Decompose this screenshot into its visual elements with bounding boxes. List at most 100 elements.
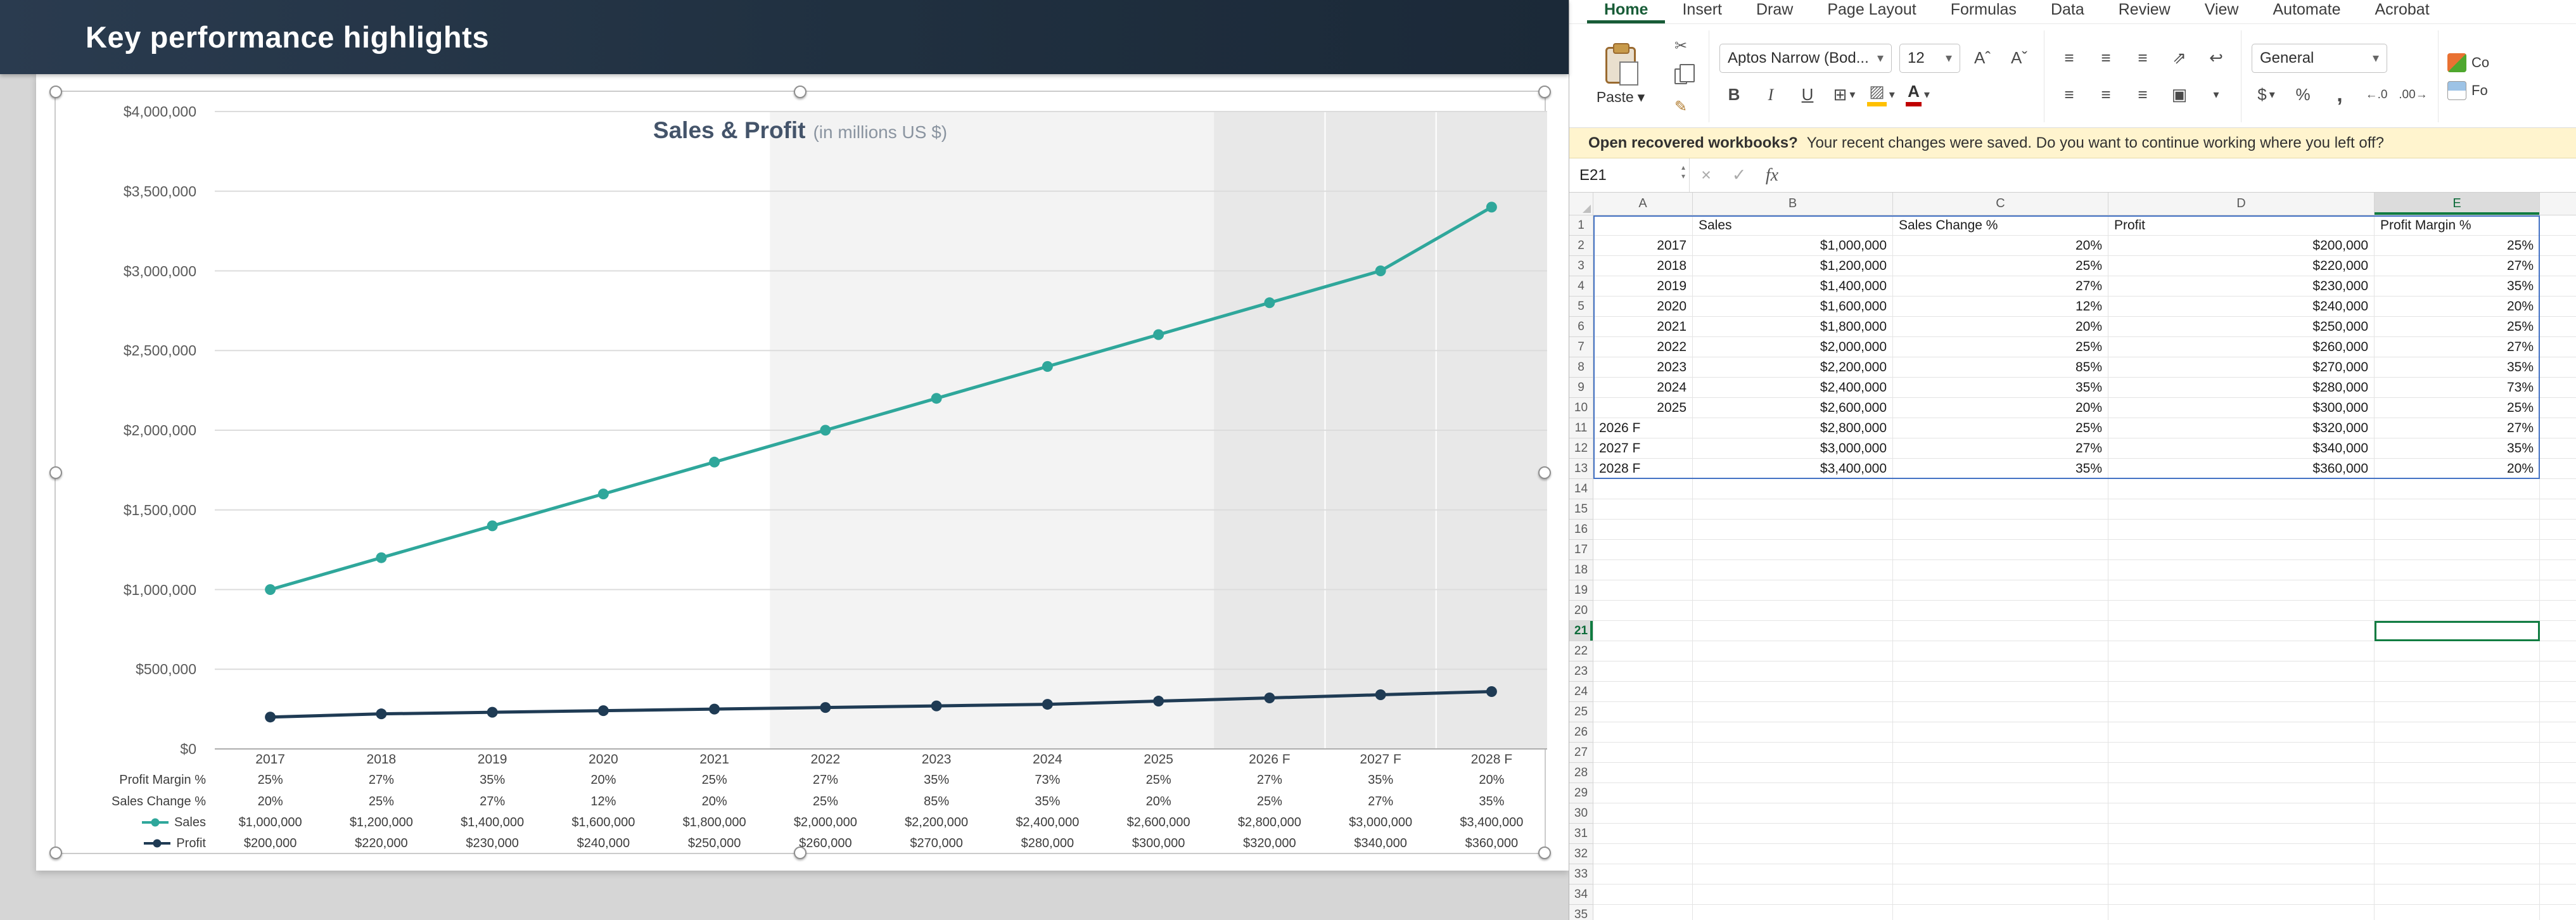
cell-B30[interactable] [1693,803,1893,824]
cell-C32[interactable] [1893,844,2108,864]
series-marker-profit[interactable] [265,712,276,723]
align-center-button[interactable] [2091,80,2120,110]
cell-A18[interactable] [1593,560,1693,580]
merge-caret-icon[interactable] [2202,80,2231,110]
tab-home[interactable]: Home [1587,0,1665,23]
cell-F25[interactable] [2540,702,2576,722]
row-header-33[interactable]: 33 [1569,864,1593,885]
cell-D24[interactable] [2108,682,2375,702]
row-header-25[interactable]: 25 [1569,702,1593,722]
cell-E25[interactable] [2375,702,2540,722]
align-middle-button[interactable] [2091,44,2120,73]
cell-D6[interactable]: $250,000 [2108,317,2375,337]
row-header-30[interactable]: 30 [1569,803,1593,824]
cell-B12[interactable]: $3,000,000 [1693,438,1893,459]
cell-B22[interactable] [1693,641,1893,661]
cell-C2[interactable]: 20% [1893,236,2108,256]
row-header-32[interactable]: 32 [1569,844,1593,864]
cell-F22[interactable] [2540,641,2576,661]
cell-E26[interactable] [2375,722,2540,743]
tab-data[interactable]: Data [2034,0,2101,23]
row-header-5[interactable]: 5 [1569,297,1593,317]
cell-D14[interactable] [2108,479,2375,499]
cell-A1[interactable] [1593,215,1693,236]
paste-button[interactable]: Paste [1586,32,1655,122]
column-header-B[interactable]: B [1693,193,1893,215]
borders-button[interactable] [1830,80,1859,110]
cell-D8[interactable]: $270,000 [2108,357,2375,378]
orientation-button[interactable] [2165,44,2194,73]
cell-E15[interactable] [2375,499,2540,520]
italic-button[interactable]: I [1756,80,1785,110]
row-header-9[interactable]: 9 [1569,378,1593,398]
cell-B11[interactable]: $2,800,000 [1693,418,1893,438]
cell-B13[interactable]: $3,400,000 [1693,459,1893,479]
cell-C34[interactable] [1893,885,2108,905]
row-header-15[interactable]: 15 [1569,499,1593,520]
row-header-12[interactable]: 12 [1569,438,1593,459]
cell-D33[interactable] [2108,864,2375,885]
series-marker-sales[interactable] [376,552,387,563]
accounting-format-button[interactable]: $ [2252,80,2281,110]
cell-C14[interactable] [1893,479,2108,499]
cell-C13[interactable]: 35% [1893,459,2108,479]
cell-C6[interactable]: 20% [1893,317,2108,337]
cell-E29[interactable] [2375,783,2540,803]
cell-E1[interactable]: Profit Margin % [2375,215,2540,236]
cell-F1[interactable] [2540,215,2576,236]
cell-A16[interactable] [1593,520,1693,540]
formula-input[interactable] [1789,158,2576,192]
cell-D20[interactable] [2108,601,2375,621]
cell-D22[interactable] [2108,641,2375,661]
row-header-28[interactable]: 28 [1569,763,1593,783]
series-marker-sales[interactable] [1486,201,1497,213]
series-marker-sales[interactable] [1042,361,1053,372]
cell-E5[interactable]: 20% [2375,297,2540,317]
cell-A23[interactable] [1593,661,1693,682]
cell-C26[interactable] [1893,722,2108,743]
cell-E13[interactable]: 20% [2375,459,2540,479]
cell-C29[interactable] [1893,783,2108,803]
decrease-font-size-button[interactable] [2005,44,2034,73]
series-marker-profit[interactable] [597,705,609,717]
cell-C3[interactable]: 25% [1893,256,2108,276]
select-all-corner[interactable] [1569,193,1593,215]
series-marker-profit[interactable] [820,702,831,713]
cell-A4[interactable]: 2019 [1593,276,1693,297]
cell-E8[interactable]: 35% [2375,357,2540,378]
cell-B27[interactable] [1693,743,1893,763]
cell-F17[interactable] [2540,540,2576,560]
cell-B31[interactable] [1693,824,1893,844]
cell-E3[interactable]: 27% [2375,256,2540,276]
tab-automate[interactable]: Automate [2255,0,2357,23]
cell-C10[interactable]: 20% [1893,398,2108,418]
row-header-14[interactable]: 14 [1569,479,1593,499]
cell-E7[interactable]: 27% [2375,337,2540,357]
cell-C12[interactable]: 27% [1893,438,2108,459]
tab-review[interactable]: Review [2101,0,2188,23]
cell-B34[interactable] [1693,885,1893,905]
series-marker-profit[interactable] [1264,693,1275,704]
cell-A2[interactable]: 2017 [1593,236,1693,256]
cell-C33[interactable] [1893,864,2108,885]
cell-E32[interactable] [2375,844,2540,864]
enter-icon[interactable] [1723,158,1756,192]
cell-F20[interactable] [2540,601,2576,621]
row-header-26[interactable]: 26 [1569,722,1593,743]
cell-A3[interactable]: 2018 [1593,256,1693,276]
cell-A27[interactable] [1593,743,1693,763]
align-right-button[interactable] [2128,80,2157,110]
cell-D15[interactable] [2108,499,2375,520]
insert-function-icon[interactable]: fx [1756,158,1789,192]
cell-B3[interactable]: $1,200,000 [1693,256,1893,276]
tab-page-layout[interactable]: Page Layout [1810,0,1933,23]
series-marker-sales[interactable] [1153,329,1164,340]
cell-F12[interactable] [2540,438,2576,459]
row-header-27[interactable]: 27 [1569,743,1593,763]
slide-canvas[interactable]: Sales & Profit (in millions US $) $0 $500,… [36,74,1569,871]
series-marker-sales[interactable] [820,425,831,436]
font-name-select[interactable]: Aptos Narrow (Bod... [1719,43,1892,73]
cell-F18[interactable] [2540,560,2576,580]
font-color-button[interactable]: A [1903,80,1932,110]
cell-A30[interactable] [1593,803,1693,824]
